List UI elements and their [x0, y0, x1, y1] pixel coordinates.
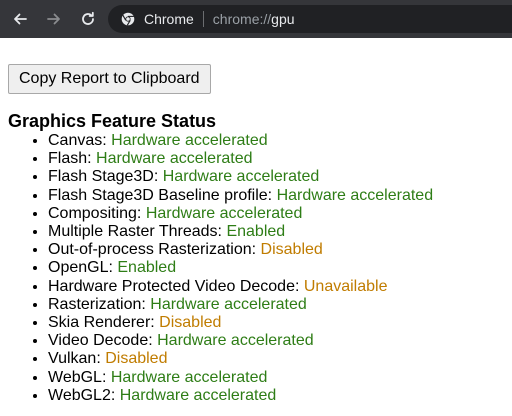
feature-name: Rasterization: [48, 295, 151, 313]
site-chip-label: Chrome [144, 11, 194, 27]
forward-button[interactable] [42, 7, 66, 31]
feature-status: Hardware accelerated [110, 368, 268, 386]
browser-toolbar: Chrome chrome://gpu [0, 0, 512, 38]
page-content: Copy Report to Clipboard Graphics Featur… [8, 64, 508, 405]
feature-status: Enabled [117, 259, 177, 277]
feature-status: Disabled [159, 314, 222, 332]
list-item: Canvas: Hardware accelerated [48, 132, 508, 150]
feature-status: Disabled [260, 241, 323, 259]
feature-status: Hardware accelerated [111, 132, 268, 149]
feature-name: WebGL2: [48, 386, 120, 404]
list-item: Compositing: Hardware accelerated [48, 205, 508, 223]
feature-name: Vulkan: [48, 350, 106, 368]
feature-status: Disabled [105, 350, 168, 368]
feature-status-list: Canvas: Hardware acceleratedFlash: Hardw… [8, 132, 508, 405]
feature-name: WebGL: [48, 368, 111, 386]
section-title: Graphics Feature Status [8, 111, 217, 131]
address-separator [202, 11, 204, 27]
feature-name: Hardware Protected Video Decode: [48, 277, 304, 295]
feature-status: Hardware accelerated [145, 204, 303, 222]
reload-button[interactable] [76, 7, 100, 31]
feature-name: Flash: [48, 150, 97, 168]
feature-name: Compositing: [48, 204, 146, 222]
feature-name: Flash Stage3D Baseline profile: [48, 186, 277, 204]
back-arrow-icon [14, 13, 27, 25]
list-item: Flash Stage3D: Hardware accelerated [48, 168, 508, 186]
feature-name: Video Decode: [48, 332, 158, 350]
list-item: Out-of-process Rasterization: Disabled [48, 241, 508, 259]
feature-status: Hardware accelerated [119, 386, 277, 404]
url-scheme: chrome:// [212, 11, 272, 27]
feature-name: Canvas: [48, 132, 112, 149]
list-item: WebGL2: Hardware accelerated [48, 387, 508, 405]
feature-name: Multiple Raster Threads: [48, 223, 227, 241]
feature-status: Unavailable [303, 277, 388, 295]
url-text[interactable]: chrome://gpu [213, 11, 295, 27]
feature-status: Hardware accelerated [276, 186, 434, 204]
address-bar[interactable]: Chrome chrome://gpu [108, 5, 512, 33]
url-host: gpu [271, 11, 295, 27]
chrome-page-icon [120, 11, 136, 27]
list-item: Flash Stage3D Baseline profile: Hardware… [48, 187, 508, 205]
back-button[interactable] [8, 7, 32, 31]
list-item: Video Decode: Hardware accelerated [48, 332, 508, 350]
copy-report-button[interactable]: Copy Report to Clipboard [8, 64, 211, 94]
feature-status: Hardware accelerated [157, 332, 314, 350]
list-item: Hardware Protected Video Decode: Unavail… [48, 278, 508, 296]
feature-status: Hardware accelerated [96, 150, 253, 168]
list-item: OpenGL: Enabled [48, 259, 508, 277]
list-item: Vulkan: Disabled [48, 350, 508, 368]
feature-name: Skia Renderer: [48, 314, 160, 332]
forward-arrow-icon [47, 13, 60, 25]
feature-name: OpenGL: [48, 259, 118, 277]
list-item: WebGL: Hardware accelerated [48, 369, 508, 387]
feature-status: Enabled [226, 223, 286, 241]
feature-name: Out-of-process Rasterization: [48, 241, 261, 259]
feature-status: Hardware accelerated [162, 168, 320, 186]
list-item: Skia Renderer: Disabled [48, 314, 508, 332]
list-item: Flash: Hardware accelerated [48, 150, 508, 168]
list-item: Rasterization: Hardware accelerated [48, 296, 508, 314]
feature-name: Flash Stage3D: [48, 168, 163, 186]
list-item: Multiple Raster Threads: Enabled [48, 223, 508, 241]
reload-icon [82, 11, 94, 25]
feature-status: Hardware accelerated [150, 295, 307, 313]
